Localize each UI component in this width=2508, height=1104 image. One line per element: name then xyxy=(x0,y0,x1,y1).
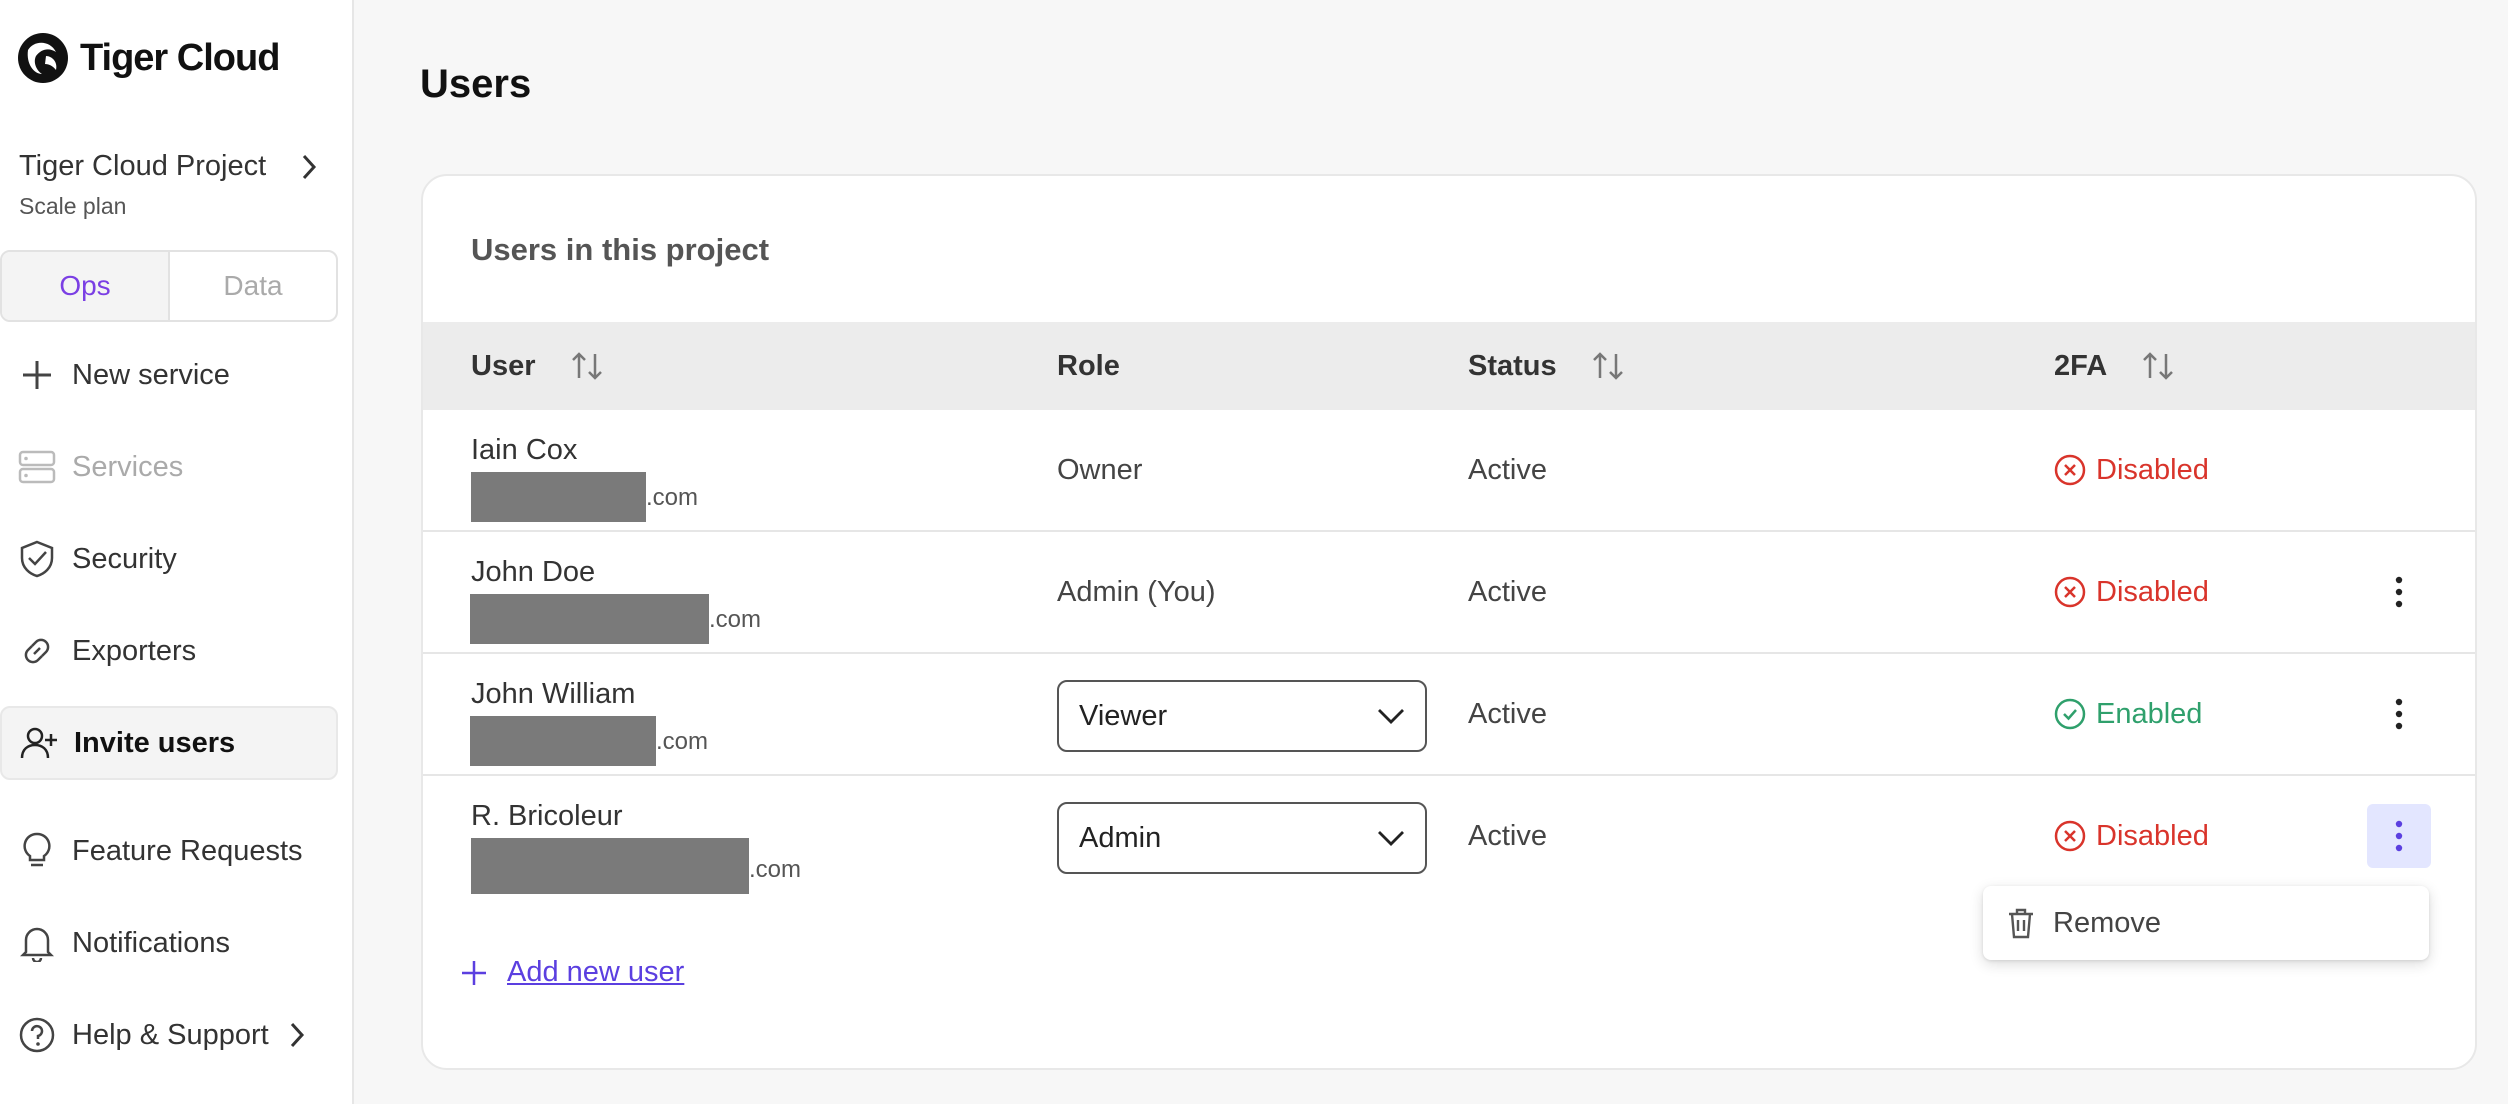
sidebar-item-label: New service xyxy=(72,358,230,391)
column-header-role: Role xyxy=(1057,349,1120,382)
sort-icon xyxy=(571,352,602,380)
sort-icon xyxy=(2143,352,2174,380)
role-select[interactable]: Viewer xyxy=(1057,680,1427,752)
user-plus-icon xyxy=(20,724,58,762)
twofa-status: Enabled xyxy=(2054,654,2202,774)
page-title: Users xyxy=(420,62,532,106)
redacted-email xyxy=(471,472,646,522)
redacted-email xyxy=(471,838,749,894)
twofa-status: Disabled xyxy=(2054,532,2209,652)
user-name: John Doe xyxy=(471,556,596,588)
row-actions-button[interactable] xyxy=(2367,682,2431,746)
x-circle-icon xyxy=(2054,576,2086,608)
user-role: Admin (You) xyxy=(1057,575,1216,608)
user-status: Active xyxy=(1468,453,1547,486)
sidebar-item-feature-requests[interactable]: Feature Requests xyxy=(0,814,338,888)
kebab-menu-icon xyxy=(2395,820,2403,852)
sidebar-item-label: Notifications xyxy=(72,926,230,959)
role-select[interactable]: Admin xyxy=(1057,802,1427,874)
logo[interactable]: Tiger Cloud xyxy=(16,30,280,86)
table-header: User Role Status 2FA xyxy=(423,322,2475,410)
mode-data-tab[interactable]: Data xyxy=(170,252,336,320)
sidebar-item-exporters[interactable]: Exporters xyxy=(0,614,338,688)
sidebar-item-security[interactable]: Security xyxy=(0,522,338,596)
chevron-down-icon xyxy=(1378,709,1404,724)
sidebar-item-label: Security xyxy=(72,542,177,575)
sidebar-item-notifications[interactable]: Notifications xyxy=(0,906,338,980)
user-name: R. Bricoleur xyxy=(471,800,623,832)
users-card: Users in this project User Role Status 2… xyxy=(421,174,2477,1070)
card-title: Users in this project xyxy=(471,232,770,267)
sidebar-item-label: Exporters xyxy=(72,634,197,667)
user-name: John William xyxy=(471,678,636,710)
user-status: Active xyxy=(1468,575,1547,608)
plus-icon xyxy=(462,960,486,985)
row-actions-button[interactable] xyxy=(2367,804,2431,868)
shield-check-icon xyxy=(18,540,56,578)
sidebar-item-label: Feature Requests xyxy=(72,834,303,867)
chevron-right-icon xyxy=(302,154,317,179)
kebab-menu-icon xyxy=(2395,698,2403,730)
chevron-right-icon xyxy=(290,1022,304,1048)
server-icon xyxy=(18,448,56,486)
table-row: John Doe .com Admin (You) Active Disable… xyxy=(423,532,2475,654)
sidebar-item-help-support[interactable]: Help & Support xyxy=(0,998,338,1072)
project-switcher[interactable]: Tiger Cloud Project Scale plan xyxy=(19,150,319,220)
project-name: Tiger Cloud Project xyxy=(19,150,267,182)
column-header-status[interactable]: Status xyxy=(1468,350,1625,383)
mode-ops-tab[interactable]: Ops xyxy=(2,252,170,320)
sort-icon xyxy=(1592,352,1623,380)
plus-icon xyxy=(18,356,56,394)
x-circle-icon xyxy=(2054,454,2086,486)
remove-user-menu-item[interactable]: Remove xyxy=(1983,886,2429,960)
column-header-2fa[interactable]: 2FA xyxy=(2054,350,2175,383)
user-role: Owner xyxy=(1057,453,1143,486)
user-email: .com xyxy=(471,838,801,894)
kebab-menu-icon xyxy=(2395,576,2403,608)
column-header-user[interactable]: User xyxy=(471,350,604,383)
user-name: Iain Cox xyxy=(471,434,578,466)
user-email: .com xyxy=(471,472,698,522)
help-circle-icon xyxy=(18,1016,56,1054)
table-row: John William .com Viewer Active Enabled xyxy=(423,654,2475,776)
sidebar-item-label: Invite users xyxy=(74,726,236,759)
x-circle-icon xyxy=(2054,820,2086,852)
redacted-email xyxy=(470,594,709,644)
table-row: R. Bricoleur .com Admin Active Disabled xyxy=(423,776,2475,898)
sidebar-item-invite-users[interactable]: Invite users xyxy=(0,706,338,780)
twofa-status: Disabled xyxy=(2054,410,2209,530)
user-email: .com xyxy=(470,594,761,644)
trash-icon xyxy=(2009,908,2033,939)
bell-icon xyxy=(18,924,56,962)
twofa-status: Disabled xyxy=(2054,776,2209,896)
redacted-email xyxy=(470,716,656,766)
mode-toggle: Ops Data xyxy=(0,250,338,322)
lightbulb-icon xyxy=(18,832,56,870)
add-new-user-link[interactable]: Add new user xyxy=(461,956,684,989)
sidebar-item-label: Services xyxy=(72,450,184,483)
user-status: Active xyxy=(1468,819,1547,852)
project-plan: Scale plan xyxy=(19,193,127,219)
table-row: Iain Cox .com Owner Active Disabled xyxy=(423,410,2475,532)
link-icon xyxy=(18,632,56,670)
tiger-logo-icon xyxy=(18,33,68,83)
sidebar-item-new-service[interactable]: New service xyxy=(0,338,338,412)
sidebar-item-services[interactable]: Services xyxy=(0,430,338,504)
row-actions-button[interactable] xyxy=(2367,560,2431,624)
chevron-down-icon xyxy=(1378,831,1404,846)
check-circle-icon xyxy=(2054,698,2086,730)
sidebar-item-label: Help & Support xyxy=(72,1018,269,1051)
sidebar: Tiger Cloud Tiger Cloud Project Scale pl… xyxy=(0,0,354,1104)
user-status: Active xyxy=(1468,697,1547,730)
app-name: Tiger Cloud xyxy=(80,36,280,79)
user-email: .com xyxy=(470,716,708,766)
